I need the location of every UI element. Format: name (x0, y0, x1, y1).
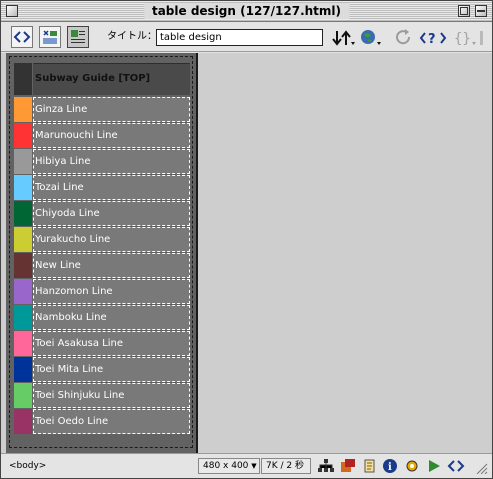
css-styles-icon[interactable] (361, 458, 379, 474)
download-size: 7K / 2 秒 (261, 458, 311, 474)
line-color-swatch (14, 201, 32, 226)
resize-grip-icon[interactable] (471, 458, 489, 474)
window-size-value: 480 x 400 (203, 461, 249, 471)
line-color-swatch (14, 175, 32, 200)
header-cell[interactable]: Subway Guide [TOP] (33, 63, 190, 95)
code-view-button[interactable] (11, 26, 33, 48)
window-size-popup[interactable]: 480 x 400 ▼ (198, 458, 260, 474)
status-bar: <body> 480 x 400 ▼ 7K / 2 秒 i (1, 453, 492, 478)
application-window: table design (127/127.html) タイトル： table … (0, 0, 493, 479)
line-color-swatch (14, 123, 32, 148)
line-label: Toei Shinjuku Line (35, 390, 125, 401)
tag-selector[interactable]: <body> (9, 460, 46, 472)
play-icon[interactable] (425, 458, 443, 474)
title-bar[interactable]: table design (127/127.html) (1, 1, 492, 22)
line-label: Tozai Line (35, 182, 84, 193)
table-row[interactable]: New Line (14, 253, 190, 278)
line-cell[interactable]: Namboku Line (33, 305, 190, 330)
line-cell[interactable]: Ginza Line (33, 97, 190, 122)
header-swatch (14, 63, 32, 95)
line-label: Namboku Line (35, 312, 107, 323)
line-color-swatch (14, 97, 32, 122)
line-label: Yurakucho Line (35, 234, 111, 245)
page-title-input[interactable] (156, 29, 323, 46)
line-label: Ginza Line (35, 104, 88, 115)
line-color-swatch (14, 331, 32, 356)
line-color-swatch (14, 279, 32, 304)
collapse-box[interactable] (475, 5, 487, 17)
line-label: Hanzomon Line (35, 286, 113, 297)
table-row[interactable]: Chiyoda Line (14, 201, 190, 226)
window-title: table design (127/127.html) (143, 3, 350, 19)
line-color-swatch (14, 409, 32, 434)
refresh-icon[interactable] (395, 28, 413, 48)
line-label: Chiyoda Line (35, 208, 100, 219)
line-label: Hibiya Line (35, 156, 91, 167)
line-cell[interactable]: New Line (33, 253, 190, 278)
line-cell[interactable]: Hanzomon Line (33, 279, 190, 304)
download-size-value: 7K / 2 秒 (266, 461, 304, 471)
table-row[interactable]: Hibiya Line (14, 149, 190, 174)
design-view-icon (71, 30, 85, 43)
line-color-swatch (14, 149, 32, 174)
line-label: Marunouchi Line (35, 130, 118, 141)
svg-text:?: ? (428, 32, 436, 47)
line-color-swatch (14, 253, 32, 278)
assets-icon[interactable] (339, 458, 357, 474)
table-row[interactable]: Marunouchi Line (14, 123, 190, 148)
table-row[interactable]: Toei Oedo Line (14, 409, 190, 434)
table-row[interactable]: Hanzomon Line (14, 279, 190, 304)
line-label: Toei Asakusa Line (35, 338, 123, 349)
code-navigation-icon[interactable]: {} (453, 28, 483, 48)
subway-table[interactable]: Subway Guide [TOP] Ginza Line Marunouchi … (6, 53, 198, 453)
line-color-swatch (14, 227, 32, 252)
line-cell[interactable]: Hibiya Line (33, 149, 190, 174)
table-row[interactable]: Toei Mita Line (14, 357, 190, 382)
dropdown-arrow-icon: ▼ (251, 462, 257, 470)
line-color-swatch (14, 383, 32, 408)
design-view-button[interactable] (67, 26, 89, 48)
svg-text:i: i (388, 462, 392, 473)
table-row[interactable]: Yurakucho Line (14, 227, 190, 252)
settings-gear-icon[interactable] (403, 458, 421, 474)
table-row[interactable]: Namboku Line (14, 305, 190, 330)
title-label: タイトル： (107, 31, 157, 42)
table-row[interactable]: Toei Shinjuku Line (14, 383, 190, 408)
reference-icon[interactable]: ? (419, 28, 447, 48)
table-row[interactable]: Toei Asakusa Line (14, 331, 190, 356)
line-color-swatch (14, 305, 32, 330)
line-cell[interactable]: Toei Mita Line (33, 357, 190, 382)
behaviors-icon[interactable]: i (381, 458, 399, 474)
code-view-icon (13, 31, 31, 43)
line-cell[interactable]: Chiyoda Line (33, 201, 190, 226)
split-view-icon (43, 30, 57, 44)
table-row[interactable]: Tozai Line (14, 175, 190, 200)
line-cell[interactable]: Yurakucho Line (33, 227, 190, 252)
line-cell[interactable]: Toei Shinjuku Line (33, 383, 190, 408)
svg-text:{}: {} (454, 31, 471, 47)
line-cell[interactable]: Toei Asakusa Line (33, 331, 190, 356)
line-label: Toei Mita Line (35, 364, 104, 375)
document-toolbar: タイトル： ? {} (1, 23, 492, 52)
line-color-swatch (14, 357, 32, 382)
header-label: Subway Guide [TOP] (35, 73, 151, 84)
site-map-icon[interactable] (317, 458, 335, 474)
code-inspector-icon[interactable] (447, 458, 465, 474)
file-management-icon[interactable] (331, 28, 355, 48)
split-view-button[interactable] (39, 26, 61, 48)
design-canvas[interactable]: Subway Guide [TOP] Ginza Line Marunouchi … (1, 53, 492, 453)
line-cell[interactable]: Marunouchi Line (33, 123, 190, 148)
line-cell[interactable]: Tozai Line (33, 175, 190, 200)
line-label: New Line (35, 260, 81, 271)
line-cell[interactable]: Toei Oedo Line (33, 409, 190, 434)
close-box[interactable] (6, 5, 18, 17)
zoom-box[interactable] (458, 5, 470, 17)
table-row[interactable]: Ginza Line (14, 97, 190, 122)
preview-browser-icon[interactable] (359, 28, 383, 48)
line-label: Toei Oedo Line (35, 416, 109, 427)
table-header-row[interactable]: Subway Guide [TOP] (14, 63, 190, 95)
